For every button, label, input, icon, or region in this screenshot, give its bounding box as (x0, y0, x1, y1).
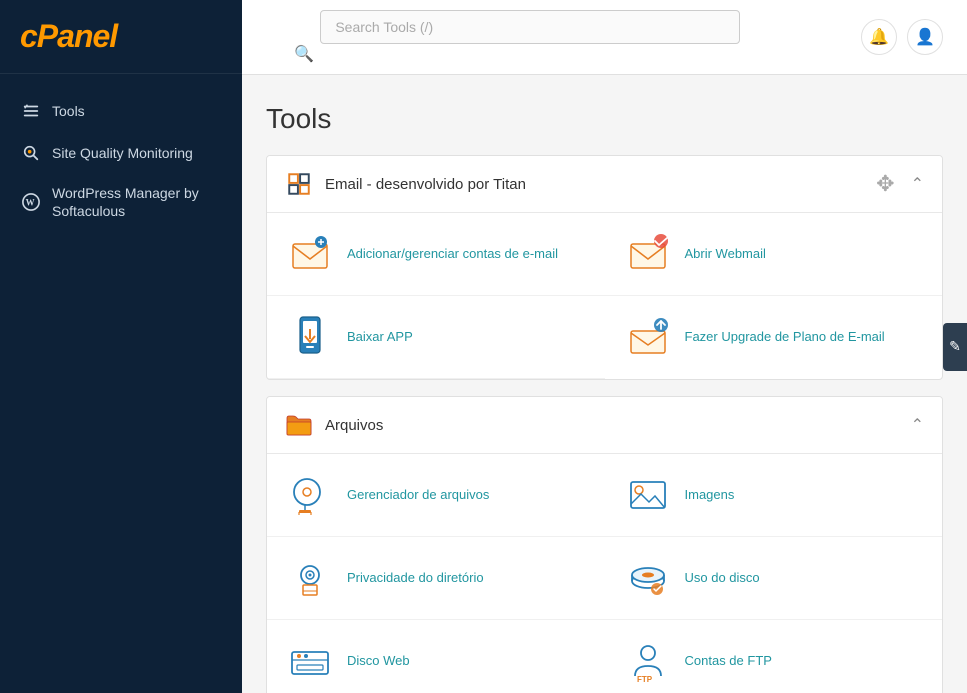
ftp-accounts-label: Contas de FTP (685, 652, 772, 670)
arquivos-section: Arquivos ⌃ G (266, 396, 943, 693)
web-disk-icon (287, 638, 333, 684)
upgrade-email-icon (625, 315, 671, 361)
user-icon: 👤 (915, 27, 935, 47)
notification-button[interactable]: 🔔 (861, 19, 897, 55)
sidebar-item-site-quality[interactable]: Site Quality Monitoring (0, 132, 242, 174)
disk-usage-label: Uso do disco (685, 569, 760, 587)
search-input[interactable] (320, 10, 740, 44)
sidebar-wordpress-label: WordPress Manager by Softaculous (52, 184, 222, 220)
tool-upgrade-email[interactable]: Fazer Upgrade de Plano de E-mail (605, 296, 943, 379)
tool-web-disk[interactable]: Disco Web (267, 620, 605, 693)
arquivos-section-label: Arquivos (325, 417, 911, 434)
tool-file-manager[interactable]: Gerenciador de arquivos (267, 454, 605, 537)
search-button[interactable]: 🔍 (286, 44, 322, 64)
cpanel-logo-c: c (20, 18, 37, 54)
cpanel-logo-text: cPanel (20, 18, 222, 55)
dir-privacy-label: Privacidade do diretório (347, 569, 484, 587)
tool-manage-email[interactable]: Adicionar/gerenciar contas de e-mail (267, 213, 605, 296)
content-area: Tools Email - desenvolvido por Titan ✥ ⌃ (242, 75, 967, 693)
svg-text:W: W (26, 198, 35, 208)
sidebar-item-tools[interactable]: Tools (0, 90, 242, 132)
manage-email-label: Adicionar/gerenciar contas de e-mail (347, 245, 558, 263)
page-title: Tools (266, 103, 943, 135)
bell-icon: 🔔 (869, 27, 889, 47)
email-section-label: Email - desenvolvido por Titan (325, 176, 876, 193)
email-section: Email - desenvolvido por Titan ✥ ⌃ (266, 155, 943, 380)
file-manager-icon (287, 472, 333, 518)
email-section-header[interactable]: Email - desenvolvido por Titan ✥ ⌃ (267, 156, 942, 213)
tool-images[interactable]: Imagens (605, 454, 943, 537)
tools-icon (20, 100, 42, 122)
email-section-icon (285, 170, 313, 198)
right-edge-button[interactable]: ✎ (943, 323, 967, 371)
dir-privacy-icon (287, 555, 333, 601)
arquivos-section-header[interactable]: Arquivos ⌃ (267, 397, 942, 454)
upgrade-email-label: Fazer Upgrade de Plano de E-mail (685, 328, 885, 346)
header-icons: 🔔 👤 (861, 19, 943, 55)
email-collapse-icon: ⌃ (911, 174, 924, 194)
webmail-label: Abrir Webmail (685, 245, 766, 263)
site-quality-icon (20, 142, 42, 164)
user-button[interactable]: 👤 (907, 19, 943, 55)
tool-open-webmail[interactable]: Abrir Webmail (605, 213, 943, 296)
main-area: 🔍 🔔 👤 Tools (242, 0, 967, 693)
sidebar-item-wordpress[interactable]: W WordPress Manager by Softaculous (0, 174, 242, 230)
cpanel-logo-panel: Panel (37, 18, 117, 54)
folder-icon (285, 411, 313, 439)
email-section-body: Adicionar/gerenciar contas de e-mail Abr… (267, 213, 942, 379)
webmail-icon (625, 231, 671, 277)
header: 🔍 🔔 👤 (242, 0, 967, 75)
baixar-app-label: Baixar APP (347, 328, 413, 346)
file-manager-label: Gerenciador de arquivos (347, 486, 489, 504)
sidebar-site-quality-label: Site Quality Monitoring (52, 144, 193, 162)
tool-baixar-app[interactable]: Baixar APP (267, 296, 605, 379)
images-label: Imagens (685, 486, 735, 504)
manage-email-icon (287, 231, 333, 277)
tool-dir-privacy[interactable]: Privacidade do diretório (267, 537, 605, 620)
search-area: 🔍 (320, 10, 740, 64)
move-icon: ✥ (876, 171, 894, 197)
sidebar-nav: Tools Site Quality Monitoring W WordPres (0, 74, 242, 693)
baixar-app-icon (287, 314, 333, 360)
arquivos-collapse-icon: ⌃ (911, 415, 924, 435)
svg-text:FTP: FTP (637, 675, 653, 684)
tool-ftp-accounts[interactable]: FTP Contas de FTP (605, 620, 943, 693)
ftp-accounts-icon: FTP (625, 638, 671, 684)
sidebar-logo: cPanel (0, 0, 242, 74)
sidebar: cPanel Tools Site Quality Monitor (0, 0, 242, 693)
disk-usage-icon (625, 555, 671, 601)
web-disk-label: Disco Web (347, 652, 410, 670)
chart-icon: ✎ (949, 338, 961, 355)
tool-disk-usage[interactable]: Uso do disco (605, 537, 943, 620)
arquivos-section-body: Gerenciador de arquivos Imagens (267, 454, 942, 693)
images-icon (625, 472, 671, 518)
wordpress-icon: W (20, 191, 42, 213)
search-magnifier-icon: 🔍 (294, 46, 314, 63)
sidebar-tools-label: Tools (52, 102, 85, 120)
